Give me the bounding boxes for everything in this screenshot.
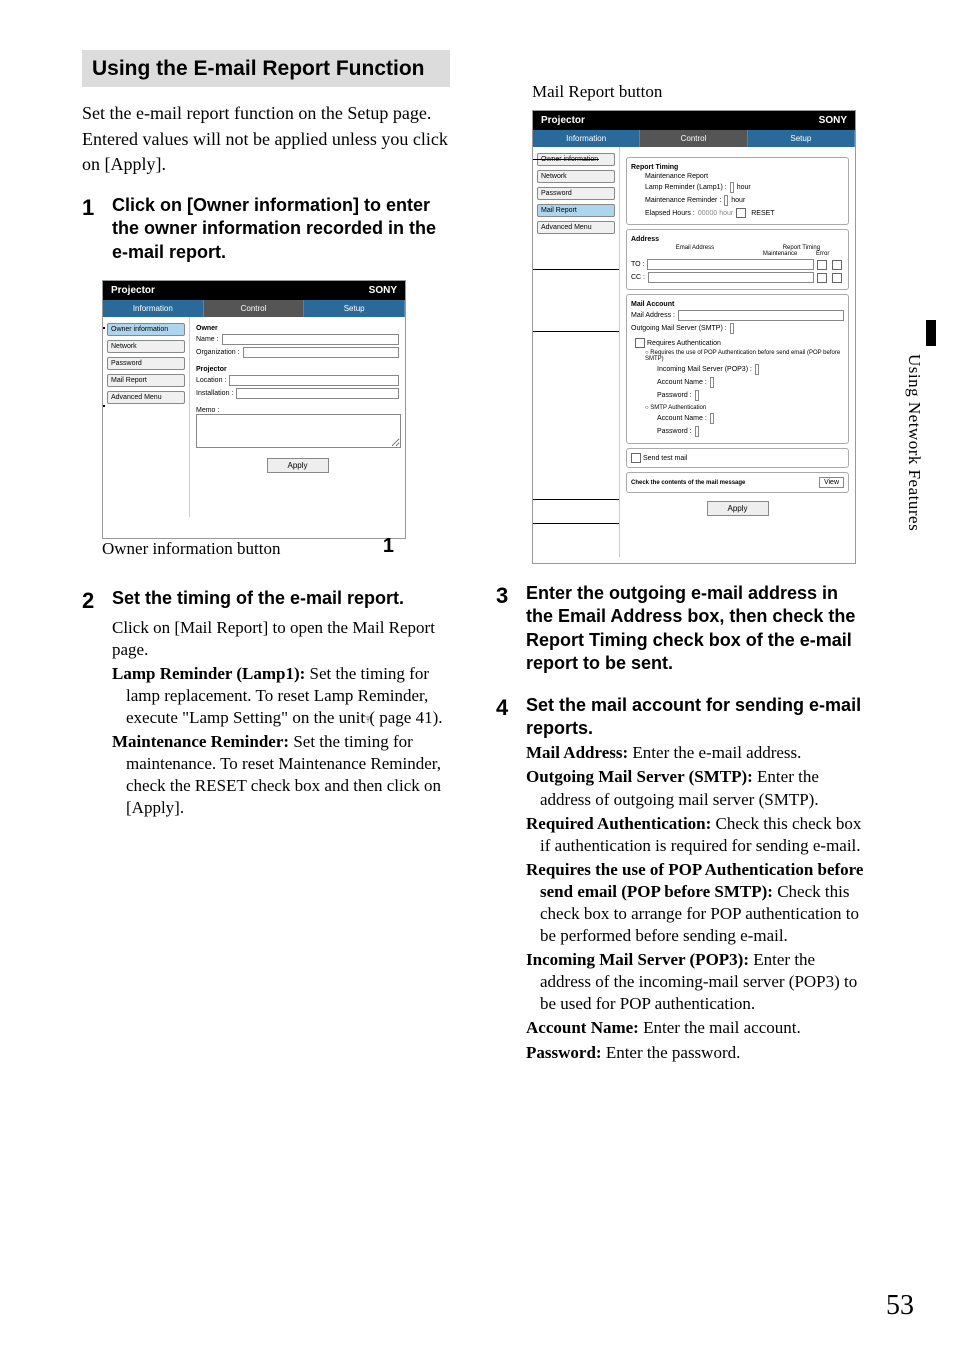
apply-button: Apply — [707, 501, 769, 516]
side-network: Network — [537, 170, 615, 183]
side-advanced: Advanced Menu — [107, 391, 185, 404]
check-contents-section: Check the contents of the mail message V… — [626, 472, 849, 493]
side-tab-marker — [926, 320, 936, 346]
tab-information: Information — [103, 300, 204, 317]
org-input — [243, 347, 399, 358]
tab-control: Control — [640, 130, 747, 147]
loc-label: Location : — [196, 377, 226, 384]
memo-label: Memo : — [196, 407, 399, 414]
step-3-title: Enter the outgoing e-mail address in the… — [526, 582, 864, 676]
apply-button: Apply — [267, 458, 329, 473]
name-label: Name : — [196, 336, 219, 343]
side-password: Password — [107, 357, 185, 370]
projector-group: Projector — [196, 366, 399, 373]
intro-paragraph-2: Entered values will not be applied unles… — [82, 127, 450, 176]
step-4-c: Required Authentication: Check this chec… — [526, 813, 864, 857]
step-1: 1 Click on [Owner information] to enter … — [82, 194, 450, 264]
report-timing-section: Report Timing Maintenance Report Lamp Re… — [626, 157, 849, 225]
inst-label: Installation : — [196, 390, 233, 397]
side-tab-text: Using Network Features — [904, 354, 924, 531]
step-2-maint: Maintenance Reminder: Set the timing for… — [112, 731, 450, 819]
side-owner-info: Owner information — [107, 323, 185, 336]
page-number: 53 — [886, 1290, 914, 1322]
tab-setup: Setup — [748, 130, 855, 147]
memo-input — [196, 414, 401, 448]
send-test-section: Send test mail — [626, 448, 849, 468]
step-number: 1 — [82, 194, 112, 264]
org-label: Organization : — [196, 349, 240, 356]
callout-ref-1: 1 — [383, 535, 394, 558]
step-4-d: Requires the use of POP Authentication b… — [526, 859, 864, 947]
step-2-text-a: Click on [Mail Report] to open the Mail … — [112, 617, 450, 661]
step-number: 2 — [82, 587, 112, 819]
step-3: 3 Enter the outgoing e-mail address in t… — [496, 582, 864, 676]
callout-bracket — [102, 327, 105, 407]
step-number: 4 — [496, 694, 526, 1064]
owner-group: Owner — [196, 325, 399, 332]
inst-input — [236, 388, 399, 399]
side-mail-report: Mail Report — [537, 204, 615, 217]
tab-information: Information — [533, 130, 640, 147]
step-4-title: Set the mail account for sending e-mail … — [526, 694, 864, 741]
side-mail-report: Mail Report — [107, 374, 185, 387]
step-4-e: Incoming Mail Server (POP3): Enter the a… — [526, 949, 864, 1015]
owner-info-caption: Owner information button — [102, 539, 280, 558]
step-4-b: Outgoing Mail Server (SMTP): Enter the a… — [526, 766, 864, 810]
screenshot-sony: SONY — [819, 115, 847, 126]
name-input — [222, 334, 399, 345]
loc-input — [229, 375, 399, 386]
intro-paragraph-1: Set the e-mail report function on the Se… — [82, 101, 450, 125]
step-2: 2 Set the timing of the e-mail report. C… — [82, 587, 450, 819]
screenshot-brand: Projector — [111, 285, 155, 296]
side-advanced: Advanced Menu — [537, 221, 615, 234]
step-4-g: Password: Enter the password. — [526, 1042, 864, 1064]
mail-report-screenshot: Projector SONY Information Control Setup… — [532, 110, 856, 564]
mail-report-caption: Mail Report button — [532, 82, 864, 102]
side-password: Password — [537, 187, 615, 200]
tab-setup: Setup — [304, 300, 405, 317]
step-1-title: Click on [Owner information] to enter th… — [112, 194, 450, 264]
section-heading: Using the E-mail Report Function — [82, 50, 450, 87]
step-4-f: Account Name: Enter the mail account. — [526, 1017, 864, 1039]
screenshot-brand: Projector — [541, 115, 585, 126]
step-4-a: Mail Address: Enter the e-mail address. — [526, 742, 864, 764]
step-2-title: Set the timing of the e-mail report. — [112, 587, 450, 610]
step-2-lamp: Lamp Reminder (Lamp1): Set the timing fo… — [112, 663, 450, 729]
side-tab: Using Network Features — [906, 320, 936, 620]
side-network: Network — [107, 340, 185, 353]
step-number: 3 — [496, 582, 526, 676]
step-4: 4 Set the mail account for sending e-mai… — [496, 694, 864, 1064]
address-section: Address Email AddressReport TimingMainte… — [626, 229, 849, 290]
screenshot-sony: SONY — [369, 285, 397, 296]
mail-account-section: Mail Account Mail Address : Outgoing Mai… — [626, 294, 849, 444]
owner-info-screenshot: Projector SONY Information Control Setup… — [102, 280, 406, 539]
tab-control: Control — [204, 300, 305, 317]
